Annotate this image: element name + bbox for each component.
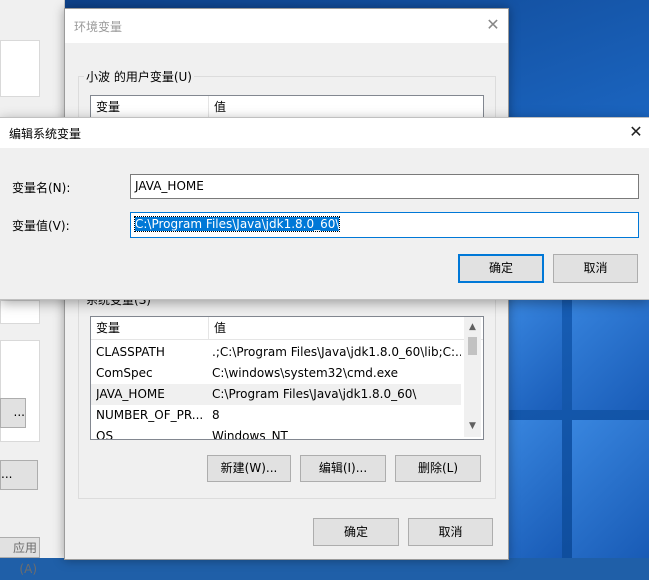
column-header-variable[interactable]: 变量 [91, 96, 208, 118]
variable-value-label: 变量值(V): [12, 219, 70, 233]
wallpaper-window-pane [507, 420, 562, 558]
list-header: 变量 值 [91, 96, 483, 119]
system-variables-list[interactable]: 变量 值 CLASSPATH .;C:\Program Files\Java\j… [90, 316, 484, 440]
variable-name: NUMBER_OF_PR... [96, 408, 204, 422]
scrollbar-thumb[interactable] [468, 337, 477, 355]
wallpaper-window-pane [507, 300, 562, 410]
ok-button[interactable]: 确定 [458, 254, 544, 283]
edit-dialog-titlebar: 编辑系统变量 ✕ [0, 118, 649, 148]
variable-name: OS [96, 429, 114, 440]
close-icon[interactable]: ✕ [483, 15, 503, 35]
column-header-value[interactable]: 值 [209, 96, 459, 118]
column-header-variable[interactable]: 变量 [91, 317, 208, 339]
wallpaper-window-pane [572, 420, 649, 558]
list-header: 变量 值 [91, 317, 483, 340]
variable-value: .;C:\Program Files\Java\jdk1.8.0_60\lib;… [212, 345, 461, 359]
table-row[interactable]: CLASSPATH .;C:\Program Files\Java\jdk1.8… [91, 342, 461, 363]
variable-name-value: JAVA_HOME [135, 179, 204, 193]
scroll-up-icon[interactable]: ▲ [464, 319, 481, 336]
variable-value: C:\windows\system32\cmd.exe [212, 366, 398, 380]
delete-variable-button[interactable]: 删除(L) [395, 455, 481, 482]
table-row-selected[interactable]: JAVA_HOME C:\Program Files\Java\jdk1.8.0… [91, 384, 461, 405]
sysprops-panel [0, 40, 40, 97]
user-variables-label: 小波 的用户变量(U) [84, 68, 194, 85]
cancel-button[interactable]: 取消 [553, 254, 638, 283]
variable-value: C:\Program Files\Java\jdk1.8.0_60\ [212, 387, 417, 401]
table-row[interactable]: ComSpec C:\windows\system32\cmd.exe [91, 363, 461, 384]
edit-dialog-title: 编辑系统变量 [9, 127, 82, 141]
table-row[interactable]: OS Windows_NT [91, 426, 461, 440]
env-window-title: 环境变量 [74, 20, 123, 34]
edit-system-variable-dialog: 编辑系统变量 ✕ 变量名(N): JAVA_HOME 变量值(V): C:\Pr… [0, 117, 649, 300]
sysprops-button-label: ... [13, 405, 25, 419]
variable-value: 8 [212, 408, 220, 422]
variable-name: JAVA_HOME [96, 387, 165, 401]
variable-name: ComSpec [96, 366, 153, 380]
close-icon[interactable]: ✕ [626, 122, 646, 142]
sysprops-button-label: ... [1, 467, 13, 481]
variable-value-input[interactable]: C:\Program Files\Java\jdk1.8.0_60\ [130, 212, 639, 238]
new-variable-button[interactable]: 新建(W)... [207, 455, 291, 482]
variable-name-input[interactable]: JAVA_HOME [130, 174, 639, 199]
variable-value-selected-text: C:\Program Files\Java\jdk1.8.0_60\ [133, 216, 341, 232]
env-titlebar: 环境变量 ✕ [65, 9, 508, 43]
variable-name-label: 变量名(N): [12, 181, 71, 195]
sysprops-button[interactable]: ... [0, 398, 26, 428]
apply-button[interactable]: 应用(A) [0, 537, 40, 576]
ok-button[interactable]: 确定 [313, 518, 399, 546]
sysprops-panel [0, 300, 40, 324]
sysprops-button[interactable]: ... [0, 460, 38, 490]
table-row[interactable]: NUMBER_OF_PR... 8 [91, 405, 461, 426]
variable-value: Windows_NT [212, 429, 288, 440]
vertical-scrollbar[interactable]: ▲ ▼ [464, 317, 481, 437]
column-header-value[interactable]: 值 [209, 317, 459, 339]
edit-variable-button[interactable]: 编辑(I)... [300, 455, 386, 482]
cancel-button[interactable]: 取消 [408, 518, 493, 546]
variable-name: CLASSPATH [96, 345, 165, 359]
scroll-down-icon[interactable]: ▼ [464, 418, 481, 435]
